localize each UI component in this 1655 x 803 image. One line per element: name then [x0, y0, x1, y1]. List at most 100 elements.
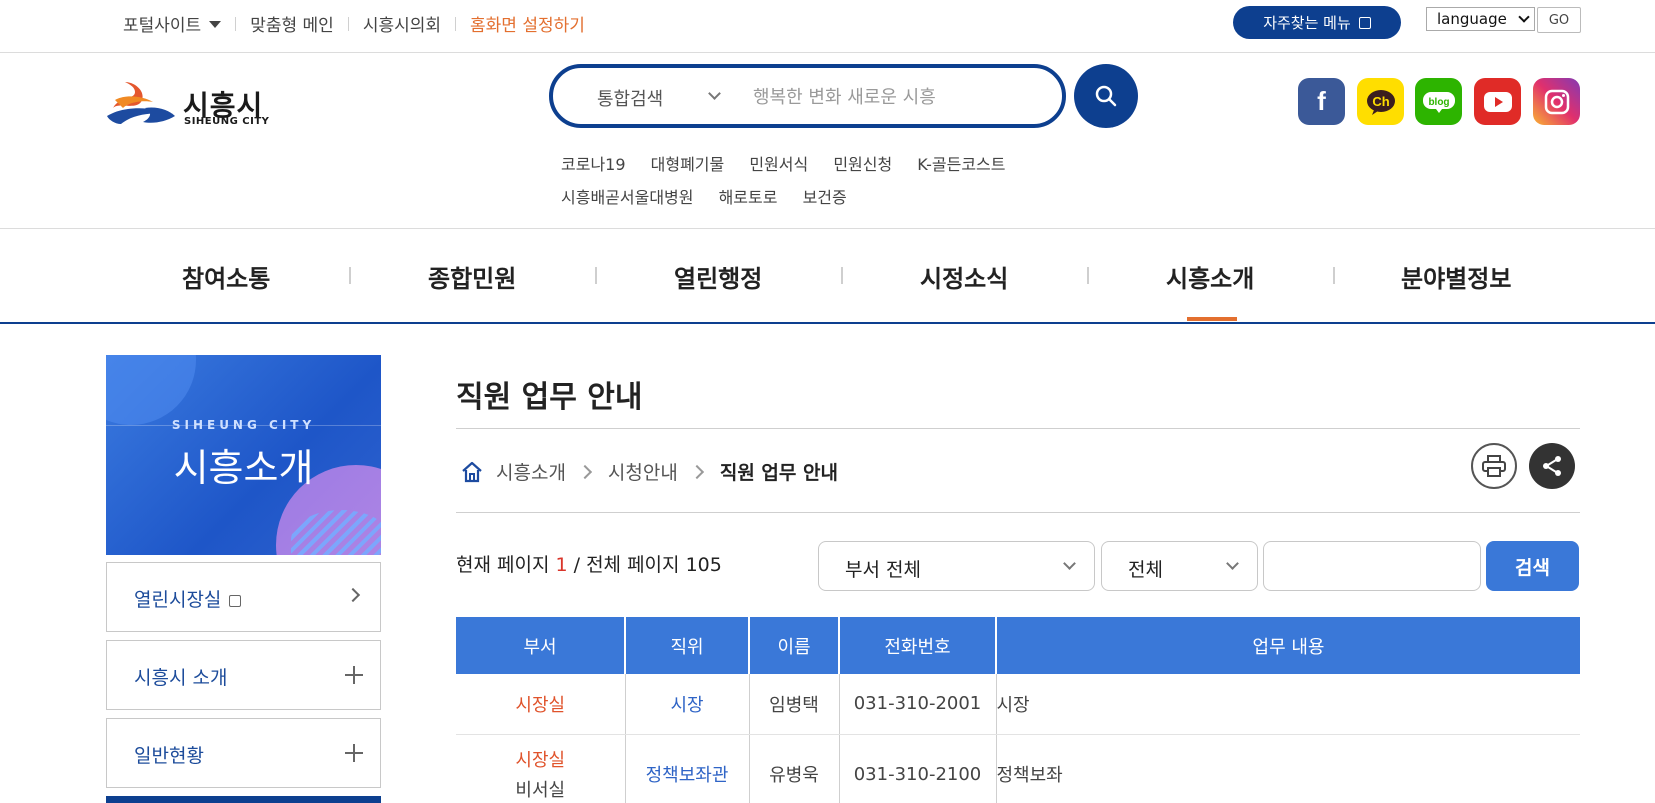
- portal-label: 포털사이트: [123, 16, 202, 36]
- cell-phone: 031-310-2100: [839, 734, 997, 803]
- side-item-label: 열린시장실: [134, 585, 242, 612]
- custom-main-link[interactable]: 맞춤형 메인: [250, 11, 334, 36]
- cell-name: 유병욱: [749, 734, 840, 803]
- cell-duty: 정책보좌: [996, 734, 1580, 803]
- main-navigation: 참여소통 종합민원 열린행정 시정소식 시흥소개 분야별정보: [0, 228, 1655, 324]
- facebook-icon: f: [1317, 86, 1326, 116]
- divider: [456, 428, 1580, 429]
- search-input[interactable]: [753, 82, 1043, 112]
- position-link[interactable]: 정책보좌관: [646, 765, 729, 786]
- youtube-link[interactable]: [1474, 78, 1521, 125]
- favorite-menu-button[interactable]: 자주찾는 메뉴: [1233, 6, 1401, 39]
- chevron-down-icon: [1226, 557, 1239, 570]
- side-item-general-status[interactable]: 일반현황: [106, 718, 381, 788]
- kakao-channel-link[interactable]: Ch: [1357, 78, 1404, 125]
- side-item-active-edge[interactable]: [106, 796, 381, 803]
- youtube-icon: [1483, 91, 1512, 112]
- table-row: 시장실 시장 임병택 031-310-2001 시장: [456, 674, 1580, 735]
- search-button[interactable]: [1074, 64, 1138, 128]
- keyword-link[interactable]: 코로나19: [561, 155, 626, 174]
- side-item-label: 일반현황: [134, 745, 204, 767]
- page-indicator: 현재 페이지 1 / 전체 페이지 105: [456, 550, 722, 577]
- staff-search-input[interactable]: [1263, 541, 1481, 591]
- search-category-select[interactable]: 통합검색: [597, 85, 663, 111]
- language-select[interactable]: language: [1426, 7, 1535, 31]
- cell-duty: 시장: [996, 674, 1580, 735]
- gnb-item-city-news[interactable]: 시정소식: [920, 259, 1008, 294]
- divider: [1333, 267, 1335, 284]
- top-utility-bar: 포털사이트 맞춤형 메인 시흥시의회 홈화면 설정하기 자주찾는 메뉴 lang…: [0, 0, 1655, 53]
- language-label: language: [1437, 10, 1507, 28]
- total-page-number: 105: [685, 554, 722, 576]
- portal-dropdown[interactable]: 포털사이트: [123, 11, 222, 36]
- blog-icon: blog: [1422, 91, 1455, 113]
- page-title: 직원 업무 안내: [456, 380, 643, 415]
- language-go-button[interactable]: GO: [1537, 7, 1581, 33]
- keyword-link[interactable]: 해로토로: [719, 188, 778, 207]
- gnb-item-civil-service[interactable]: 종합민원: [428, 259, 516, 294]
- chevron-down-icon: [1518, 11, 1530, 23]
- logo-english-name: SIHEUNG CITY: [184, 116, 270, 127]
- divider: [456, 512, 1580, 513]
- keyword-link[interactable]: K-골든코스트: [917, 155, 1005, 174]
- cell-department: 시장실: [456, 674, 626, 735]
- column-header-duty: 업무 내용: [996, 617, 1580, 674]
- cell-department: 시장실 비서실: [456, 734, 626, 803]
- keyword-link[interactable]: 민원서식: [749, 155, 808, 174]
- caret-down-icon: [209, 21, 222, 28]
- staff-search-button[interactable]: 검색: [1486, 541, 1579, 591]
- keyword-link[interactable]: 대형폐기물: [651, 155, 725, 174]
- position-link[interactable]: 시장: [670, 695, 703, 716]
- instagram-link[interactable]: [1533, 78, 1580, 125]
- siheung-logo[interactable]: 시흥시 SIHEUNG CITY: [105, 78, 285, 130]
- department-link[interactable]: 시장실: [515, 695, 565, 716]
- facebook-link[interactable]: f: [1298, 78, 1345, 125]
- blog-link[interactable]: blog: [1415, 78, 1462, 125]
- side-item-open-mayor-office[interactable]: 열린시장실: [106, 562, 381, 632]
- keyword-link[interactable]: 민원신청: [833, 155, 892, 174]
- side-menu-banner: SIHEUNG CITY 시흥소개: [106, 355, 381, 555]
- cell-phone: 031-310-2001: [839, 674, 997, 735]
- side-item-label: 시흥시 소개: [134, 667, 228, 689]
- gnb-item-about-siheung[interactable]: 시흥소개: [1166, 259, 1254, 294]
- side-item-siheung-intro[interactable]: 시흥시 소개: [106, 640, 381, 710]
- banner-title: 시흥소개: [173, 446, 314, 490]
- integrated-search-box: 통합검색: [549, 64, 1066, 128]
- external-link-icon: [1358, 16, 1371, 29]
- cell-position: 시장: [625, 674, 750, 735]
- staff-table: 부서 직위 이름 전화번호 업무 내용 시장실 시장 임병택 031-310-2…: [456, 617, 1580, 803]
- chevron-right-icon: [577, 464, 592, 479]
- printer-icon: [1482, 455, 1506, 477]
- divider: [841, 267, 843, 284]
- department-select-value: 부서 전체: [845, 559, 921, 581]
- department-link[interactable]: 시장실: [515, 750, 565, 771]
- decorative-circle: [106, 355, 196, 425]
- keyword-link[interactable]: 보건증: [803, 188, 847, 207]
- department-select[interactable]: 부서 전체: [818, 541, 1095, 591]
- gnb-active-indicator: [1187, 317, 1237, 321]
- sub-department: 비서실: [515, 780, 566, 801]
- breadcrumb: 시흥소개 시청안내 직원 업무 안내: [460, 458, 838, 485]
- keyword-link[interactable]: 시흥배곧서울대병원: [561, 188, 693, 207]
- gnb-item-field-info[interactable]: 분야별정보: [1401, 259, 1511, 294]
- gnb-item-open-admin[interactable]: 열린행정: [674, 259, 762, 294]
- chevron-down-icon: [1063, 557, 1076, 570]
- breadcrumb-item[interactable]: 시청안내: [608, 458, 678, 485]
- search-type-select[interactable]: 전체: [1101, 541, 1258, 591]
- instagram-icon: [1544, 89, 1569, 114]
- set-home-link[interactable]: 홈화면 설정하기: [470, 11, 585, 36]
- share-button[interactable]: [1529, 443, 1575, 489]
- gnb-item-participation[interactable]: 참여소통: [182, 259, 270, 294]
- search-icon: [1095, 85, 1117, 107]
- page-info-prefix: 현재 페이지: [456, 554, 550, 576]
- print-button[interactable]: [1471, 443, 1517, 489]
- breadcrumb-item[interactable]: 시흥소개: [496, 458, 566, 485]
- home-icon[interactable]: [460, 460, 484, 484]
- current-page-number: 1: [555, 554, 568, 576]
- council-link[interactable]: 시흥시의회: [363, 11, 441, 36]
- plus-icon: [345, 665, 365, 685]
- divider: [595, 267, 597, 284]
- svg-text:blog: blog: [1428, 97, 1449, 108]
- table-header-row: 부서 직위 이름 전화번호 업무 내용: [456, 617, 1580, 674]
- divider: [349, 267, 351, 284]
